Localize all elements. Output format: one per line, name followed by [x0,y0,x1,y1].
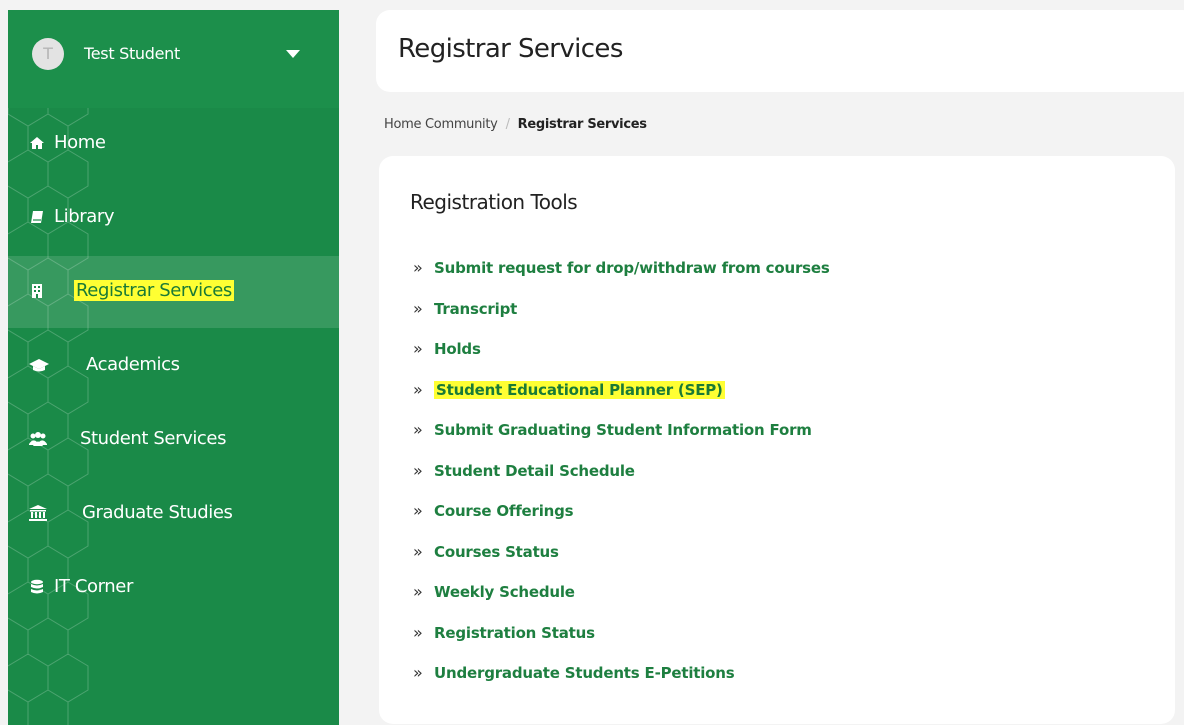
sidebar-item-library[interactable]: Library [8,182,339,254]
breadcrumb: Home Community / Registrar Services [384,117,647,132]
breadcrumb-current: Registrar Services [517,117,647,132]
sidebar-item-label: Home [54,132,106,153]
avatar: T [32,38,64,70]
breadcrumb-separator: / [505,117,510,132]
card-title: Registration Tools [410,190,578,214]
breadcrumb-home[interactable]: Home Community [384,117,498,132]
sidebar-item-label: Academics [86,354,180,375]
tool-link-weekly-schedule[interactable]: » Weekly Schedule [413,582,575,606]
chevron-double-right-icon: » [413,379,423,399]
tool-link-e-petitions[interactable]: » Undergraduate Students E-Petitions [413,663,735,687]
page-title: Registrar Services [398,34,623,64]
users-icon [29,432,47,446]
database-icon [31,579,43,594]
sidebar: T Test Student Home Library Registrar Se… [8,10,339,725]
page-header: Registrar Services [376,10,1184,92]
sidebar-item-label: Library [54,206,115,227]
sidebar-item-label: Student Services [80,428,227,449]
chevron-double-right-icon: » [413,663,423,682]
sidebar-item-label: Registrar Services [74,280,234,301]
chevron-double-right-icon: » [413,298,423,318]
sidebar-item-label: Graduate Studies [82,502,233,523]
graduation-cap-icon [29,359,49,372]
sidebar-item-student-services[interactable]: Student Services [8,404,339,476]
sidebar-item-academics[interactable]: Academics [8,330,339,402]
book-icon [31,211,43,223]
sidebar-item-label: IT Corner [54,576,133,597]
registration-tools-card: Registration Tools » Submit request for … [379,156,1175,724]
tool-link-holds[interactable]: » Holds [413,339,481,363]
chevron-double-right-icon: » [413,460,423,480]
caret-down-icon[interactable] [286,50,300,58]
user-menu[interactable]: T Test Student [8,10,339,108]
sidebar-item-graduate-studies[interactable]: Graduate Studies [8,478,339,550]
tool-link-courses-status[interactable]: » Courses Status [413,542,559,566]
tool-link-course-offerings[interactable]: » Course Offerings [413,501,574,525]
university-icon [29,505,47,521]
chevron-double-right-icon: » [413,541,423,561]
tool-link-drop-withdraw[interactable]: » Submit request for drop/withdraw from … [413,258,830,282]
sidebar-item-home[interactable]: Home [8,108,339,180]
chevron-double-right-icon: » [413,339,423,358]
sidebar-item-registrar-services[interactable]: Registrar Services [8,256,339,328]
tool-link-detail-schedule[interactable]: » Student Detail Schedule [413,461,635,485]
tool-link-transcript[interactable]: » Transcript [413,299,517,323]
chevron-double-right-icon: » [413,258,423,277]
chevron-double-right-icon: » [413,622,423,642]
tool-link-graduating-form[interactable]: » Submit Graduating Student Information … [413,420,812,444]
tool-link-registration-status[interactable]: » Registration Status [413,623,595,647]
chevron-double-right-icon: » [413,501,423,520]
building-icon [32,284,42,298]
chevron-double-right-icon: » [413,582,423,601]
chevron-double-right-icon: » [413,420,423,439]
sidebar-item-it-corner[interactable]: IT Corner [8,552,339,624]
user-name: Test Student [84,44,180,63]
tool-link-sep[interactable]: » Student Educational Planner (SEP) [413,380,725,404]
home-icon [30,137,44,149]
